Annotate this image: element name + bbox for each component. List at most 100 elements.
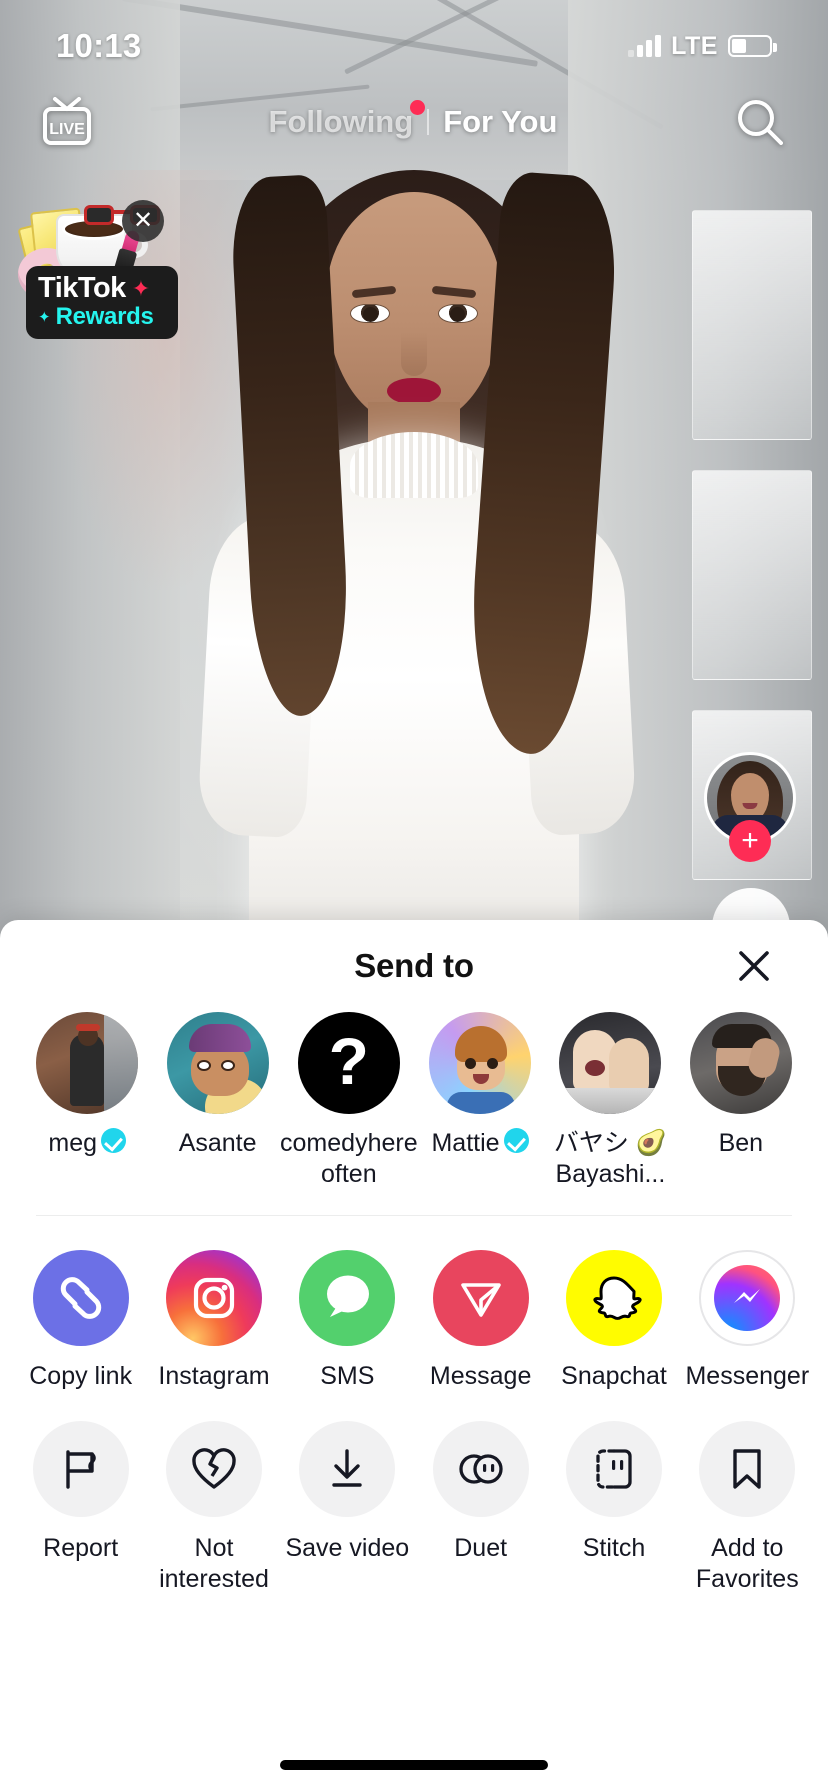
tab-for-you[interactable]: For You <box>429 104 571 140</box>
contact-name: comedyhere often <box>280 1128 418 1189</box>
creator-avatar-wrapper[interactable]: + <box>704 752 796 862</box>
link-icon <box>60 1277 101 1319</box>
action-add-to-favorites[interactable]: Add to Favorites <box>681 1421 814 1594</box>
live-button[interactable]: LIVE <box>36 91 98 153</box>
following-notification-dot <box>410 100 426 115</box>
not-interested-button[interactable] <box>165 1421 262 1517</box>
share-option-label: Snapchat <box>561 1362 667 1390</box>
subject-face <box>326 192 502 424</box>
network-type-label: LTE <box>671 31 718 60</box>
follow-button[interactable]: + <box>729 820 771 862</box>
subject-nose <box>401 332 427 376</box>
action-label: Stitch <box>582 1534 646 1562</box>
sms-button[interactable] <box>299 1250 396 1346</box>
plus-icon: + <box>741 824 759 857</box>
close-icon: ✕ <box>132 207 154 234</box>
stitch-icon <box>596 1449 632 1489</box>
video-subject <box>196 170 638 960</box>
save-video-button[interactable] <box>299 1421 396 1517</box>
video-action-rail: + <box>704 752 796 862</box>
contacts-row: meg Asante ? comedyhere often Mattie バヤシ… <box>0 1012 828 1189</box>
instagram-button[interactable] <box>165 1250 262 1346</box>
duet-button[interactable] <box>432 1421 529 1517</box>
tiktok-rewards-banner[interactable]: ✕ TikTok ✦ ✦ Rewards <box>10 196 190 339</box>
chat-bubble-icon <box>327 1275 370 1317</box>
contact-name-text: バヤシ 🥑Bayashi... <box>553 1129 667 1188</box>
share-option-instagram[interactable]: Instagram <box>147 1250 280 1391</box>
avatar-face <box>731 773 769 821</box>
subject-pupil-right <box>450 307 465 322</box>
stitch-button[interactable] <box>565 1421 662 1517</box>
status-bar: 10:13 LTE <box>0 0 828 92</box>
asante-avatar <box>166 1012 269 1114</box>
rewards-subtitle-line: ✦ Rewards <box>38 305 166 329</box>
close-icon <box>739 951 769 981</box>
bookmark-icon <box>733 1449 761 1489</box>
share-sheet-close-button[interactable] <box>728 940 780 992</box>
share-option-message[interactable]: Message <box>414 1250 547 1391</box>
subject-brow-right <box>431 285 477 299</box>
action-label: Not interested <box>159 1534 269 1593</box>
duet-circles-icon <box>458 1454 503 1484</box>
share-option-messenger[interactable]: Messenger <box>681 1250 814 1391</box>
contact-item[interactable]: バヤシ 🥑Bayashi... <box>545 1012 675 1189</box>
action-stitch[interactable]: Stitch <box>547 1421 680 1594</box>
live-icon: LIVE <box>43 97 91 145</box>
contact-item[interactable]: Mattie <box>415 1012 545 1159</box>
copy-link-button[interactable] <box>32 1250 129 1346</box>
action-label: Report <box>43 1534 119 1562</box>
feed-tabs: Following For You <box>98 100 728 140</box>
video-actions-row: Report Not interested Save video Duet St… <box>0 1391 828 1594</box>
messenger-icon <box>714 1265 781 1331</box>
contact-name: Asante <box>179 1128 257 1159</box>
add-to-favorites-button[interactable] <box>699 1421 796 1517</box>
share-sheet-header: Send to <box>0 920 828 1012</box>
contact-name: Ben <box>719 1128 763 1159</box>
mattie-avatar <box>429 1012 532 1114</box>
subject-pupil-left <box>363 307 378 322</box>
action-report[interactable]: Report <box>14 1421 147 1594</box>
contact-name-text: comedyhere often <box>280 1129 418 1188</box>
send-triangle-icon <box>460 1283 501 1317</box>
flag-icon <box>65 1450 96 1489</box>
contact-name-text: meg <box>48 1129 98 1157</box>
snapchat-ghost-icon <box>593 1276 642 1320</box>
action-label: Add to Favorites <box>695 1534 799 1593</box>
contact-item[interactable]: ? comedyhere often <box>280 1012 418 1189</box>
share-option-snapchat[interactable]: Snapchat <box>547 1250 680 1391</box>
verified-badge-icon <box>503 1128 529 1153</box>
tab-following[interactable]: Following <box>255 100 428 140</box>
rewards-subtitle-text: Rewards <box>55 303 154 330</box>
search-icon <box>738 100 783 145</box>
messenger-button[interactable] <box>699 1250 796 1346</box>
contact-item[interactable]: meg <box>22 1012 152 1159</box>
status-time: 10:13 <box>56 27 142 64</box>
action-not-interested[interactable]: Not interested <box>147 1421 280 1594</box>
share-option-label: Instagram <box>158 1362 270 1390</box>
report-button[interactable] <box>32 1421 129 1517</box>
download-icon <box>332 1449 363 1487</box>
contact-item[interactable]: Ben <box>676 1012 806 1159</box>
contact-item[interactable]: Asante <box>152 1012 282 1159</box>
action-save-video[interactable]: Save video <box>281 1421 414 1594</box>
search-button[interactable] <box>728 90 792 154</box>
bayashi-avatar <box>559 1012 662 1114</box>
share-option-sms[interactable]: SMS <box>281 1250 414 1391</box>
share-sheet: Send to meg Asante ? comedyhere often Ma… <box>0 920 828 1792</box>
snapchat-button[interactable] <box>565 1250 662 1346</box>
share-option-label: Message <box>429 1362 532 1390</box>
share-option-copy-link[interactable]: Copy link <box>14 1250 147 1391</box>
contact-name: Mattie <box>431 1128 529 1159</box>
rewards-close-button[interactable]: ✕ <box>122 200 164 242</box>
rewards-label-pill[interactable]: TikTok ✦ ✦ Rewards <box>26 266 178 339</box>
top-navigation: LIVE Following For You <box>0 82 828 162</box>
status-indicators: LTE <box>628 31 777 61</box>
window-panel <box>692 470 812 680</box>
verified-badge-icon <box>101 1128 127 1153</box>
comedyhereoften-avatar: ? <box>297 1012 400 1114</box>
action-duet[interactable]: Duet <box>414 1421 547 1594</box>
subject-lips <box>387 378 441 404</box>
share-option-label: Copy link <box>29 1362 133 1390</box>
contact-name-text: Asante <box>178 1129 257 1157</box>
message-button[interactable] <box>432 1250 529 1346</box>
